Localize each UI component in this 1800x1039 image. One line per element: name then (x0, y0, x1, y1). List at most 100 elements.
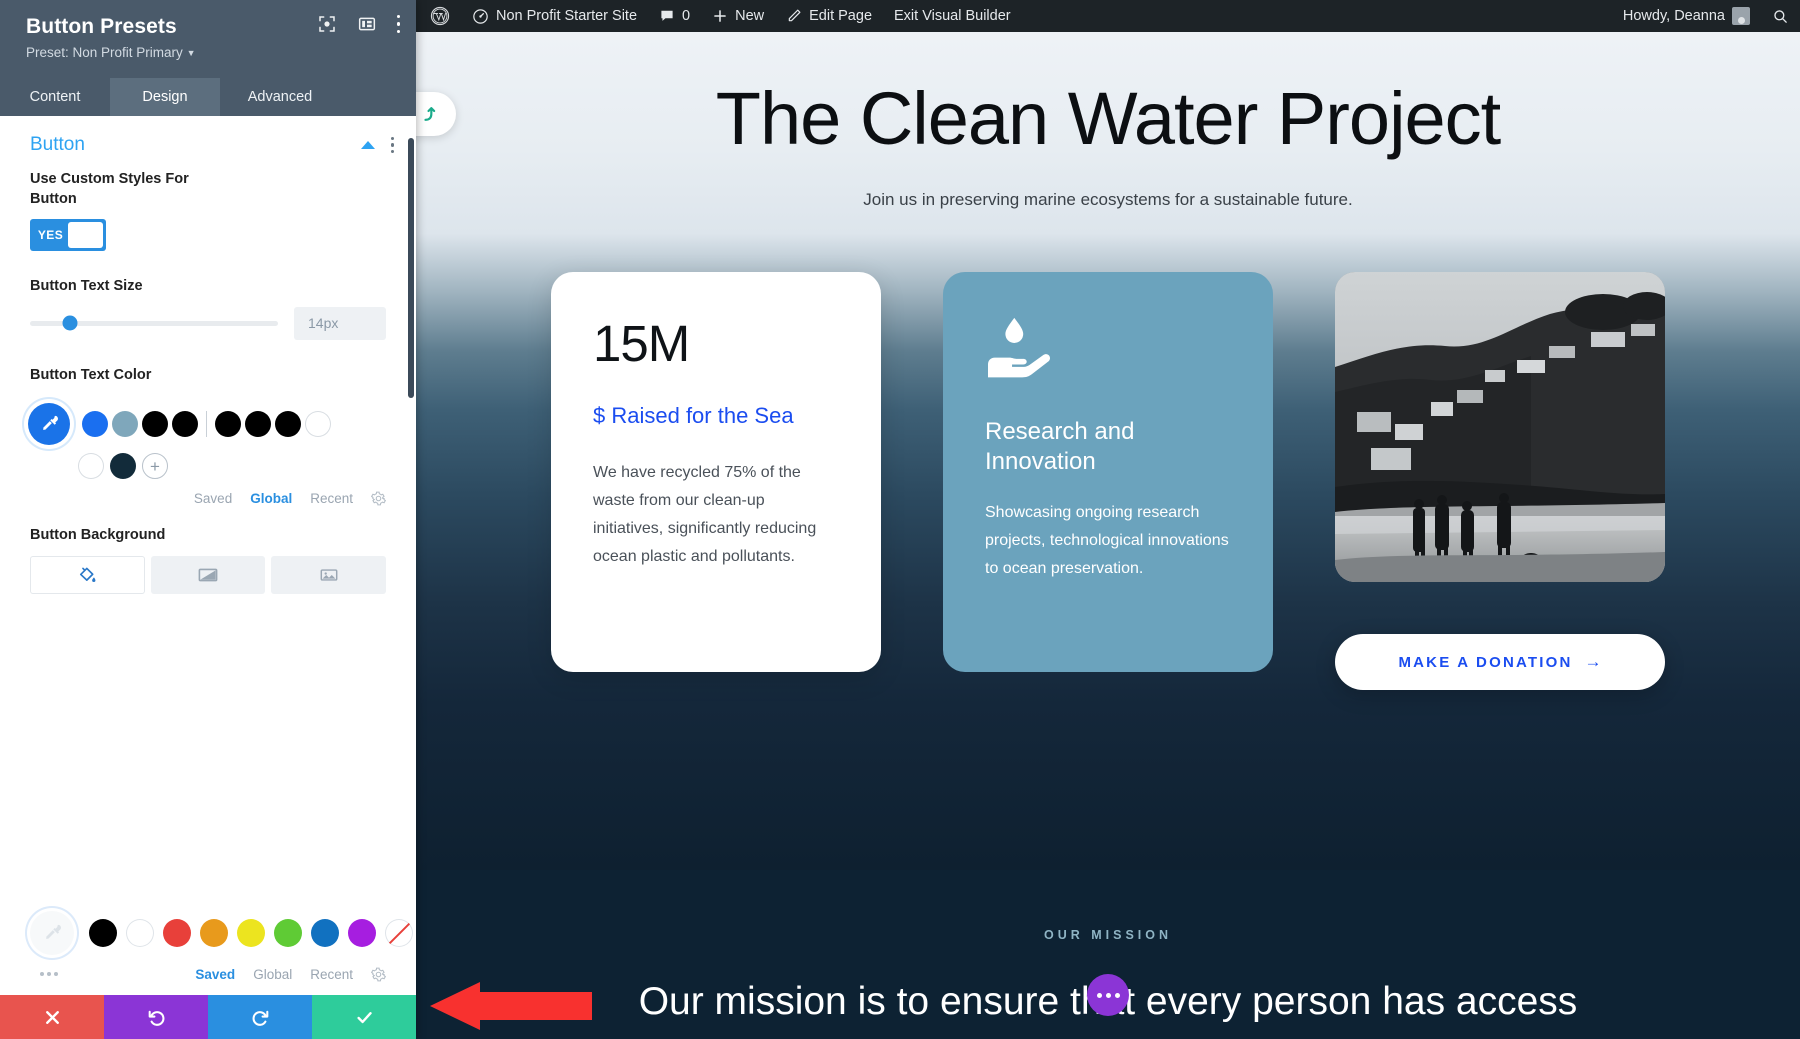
bg-swatch-purple[interactable] (348, 919, 376, 947)
background-palette-more-icon[interactable] (40, 971, 58, 976)
adminbar-new[interactable]: New (701, 0, 775, 32)
hero-subheading: Join us in preserving marine ecosystems … (863, 190, 1353, 209)
page-preview: The Clean Water Project Join us in prese… (416, 32, 1800, 1039)
comment-icon (661, 10, 673, 21)
stat-card[interactable]: 15M $ Raised for the Sea We have recycle… (551, 272, 881, 672)
wordpress-icon (430, 6, 450, 26)
check-icon (356, 1011, 372, 1023)
panel-tabs: Content Design Advanced (0, 78, 416, 116)
panel-header: Button Presets Preset: Non Profit Primar… (0, 0, 416, 78)
bg-swatch-green[interactable] (274, 919, 302, 947)
use-custom-styles-toggle[interactable]: YES (30, 219, 106, 252)
button-section-header: Button (0, 116, 416, 166)
bg-palette-tab-saved[interactable]: Saved (195, 967, 235, 982)
field-button-text-size: Button Text Size 14px (0, 277, 416, 340)
cards-row: 15M $ Raised for the Sea We have recycle… (416, 272, 1800, 690)
make-a-donation-button[interactable]: MAKE A DONATION → (1335, 634, 1665, 690)
adminbar-account[interactable]: Howdy, Deanna (1609, 0, 1761, 32)
swatch-text-6[interactable] (245, 411, 271, 438)
wordpress-admin-bar: Non Profit Starter Site 0 New Edit Page … (416, 0, 1800, 32)
swatch-text-5[interactable] (215, 411, 241, 438)
mission-eyebrow: OUR MISSION (1043, 928, 1173, 942)
panel-scrollbar[interactable] (408, 116, 414, 1039)
tab-advanced[interactable]: Advanced (220, 78, 340, 116)
bg-swatch-blue[interactable] (311, 919, 339, 947)
button-background-label: Button Background (30, 527, 166, 544)
gear-icon[interactable] (371, 491, 386, 506)
adminbar-exit-visual-builder[interactable]: Exit Visual Builder (883, 0, 1022, 32)
panel-scrollbar-thumb[interactable] (408, 138, 414, 398)
adminbar-howdy-label: Howdy, Deanna (1622, 8, 1725, 24)
bg-swatch-red[interactable] (163, 919, 191, 947)
palette-tab-global[interactable]: Global (250, 491, 292, 506)
panel-header-icons (317, 14, 400, 34)
bg-swatch-yellow[interactable] (237, 919, 265, 947)
adminbar-site-name-label: Non Profit Starter Site (496, 8, 638, 24)
button-text-size-input[interactable]: 14px (294, 306, 386, 340)
gear-icon[interactable] (371, 967, 386, 982)
cancel-button[interactable] (0, 995, 104, 1039)
preset-selector[interactable]: Preset: Non Profit Primary ▼ (26, 45, 396, 60)
red-arrow-annotation (430, 982, 592, 1030)
stat-card-body: We have recycled 75% of the waste from o… (593, 464, 817, 565)
bg-swatch-white[interactable] (126, 919, 154, 947)
panel-action-bar (0, 995, 416, 1039)
text-color-palette-tabs: Saved Global Recent (0, 479, 416, 506)
mission-section: OUR MISSION Our mission is to ensure tha… (416, 870, 1800, 1039)
button-text-size-slider[interactable] (30, 315, 278, 331)
avatar (1732, 7, 1750, 25)
swatch-text-9[interactable] (78, 453, 104, 480)
chevron-up-icon[interactable] (360, 141, 375, 149)
target-icon[interactable] (317, 14, 337, 34)
panel-body: Button Use Custom Styles For Button YES … (0, 116, 416, 1039)
slider-thumb[interactable] (62, 315, 78, 331)
eyedropper-icon (43, 416, 58, 431)
toggle-value: YES (37, 228, 64, 243)
field-button-background: Button Background (0, 526, 416, 594)
swatch-text-2[interactable] (112, 411, 138, 438)
background-type-color[interactable] (30, 555, 145, 594)
swatch-text-10[interactable] (110, 453, 136, 480)
palette-tab-recent[interactable]: Recent (310, 491, 353, 506)
redo-button[interactable] (208, 995, 312, 1039)
feature-card-body: Showcasing ongoing research projects, te… (985, 504, 1229, 577)
palette-tab-saved[interactable]: Saved (194, 491, 232, 506)
swatch-text-8[interactable] (305, 411, 331, 438)
more-vertical-icon[interactable] (396, 14, 400, 34)
layout-icon[interactable] (357, 14, 377, 34)
beach-photo[interactable] (1335, 272, 1665, 582)
save-button[interactable] (312, 995, 416, 1039)
arrow-right-icon: → (1584, 652, 1602, 671)
background-type-image[interactable] (271, 555, 387, 594)
swatch-text-1[interactable] (82, 411, 108, 438)
button-text-color-label: Button Text Color (30, 366, 152, 383)
adminbar-site-name[interactable]: Non Profit Starter Site (461, 0, 648, 32)
swatch-text-3[interactable] (142, 411, 168, 438)
add-color-button[interactable]: + (142, 453, 168, 480)
x-icon (45, 1010, 59, 1024)
image-icon (320, 569, 338, 581)
paint-bucket-icon (80, 567, 96, 582)
preset-label: Preset: Non Profit Primary (26, 45, 183, 61)
wordpress-logo-menu[interactable] (416, 0, 461, 32)
section-more-icon[interactable] (390, 136, 394, 154)
swatch-text-7[interactable] (275, 411, 301, 438)
tab-design[interactable]: Design (110, 78, 220, 116)
bg-palette-tab-recent[interactable]: Recent (310, 967, 353, 982)
background-color-palette: Saved Global Recent (0, 911, 416, 982)
module-settings-fab[interactable] (1087, 974, 1129, 1016)
bg-palette-tab-global[interactable]: Global (253, 967, 292, 982)
background-type-gradient[interactable] (150, 555, 266, 594)
tab-content[interactable]: Content (0, 78, 110, 116)
undo-button[interactable] (104, 995, 208, 1039)
hero-section: The Clean Water Project Join us in prese… (416, 32, 1800, 872)
bg-swatch-orange[interactable] (200, 919, 228, 947)
background-eyedropper-button[interactable] (30, 911, 74, 955)
text-color-eyedropper-button[interactable] (28, 403, 70, 446)
feature-card[interactable]: Research and Innovation Showcasing ongoi… (943, 272, 1273, 672)
adminbar-comments[interactable]: 0 (648, 0, 701, 32)
adminbar-search[interactable] (1761, 0, 1800, 32)
swatch-text-4[interactable] (172, 411, 198, 438)
bg-swatch-black[interactable] (89, 919, 117, 947)
adminbar-edit-page[interactable]: Edit Page (775, 0, 883, 32)
